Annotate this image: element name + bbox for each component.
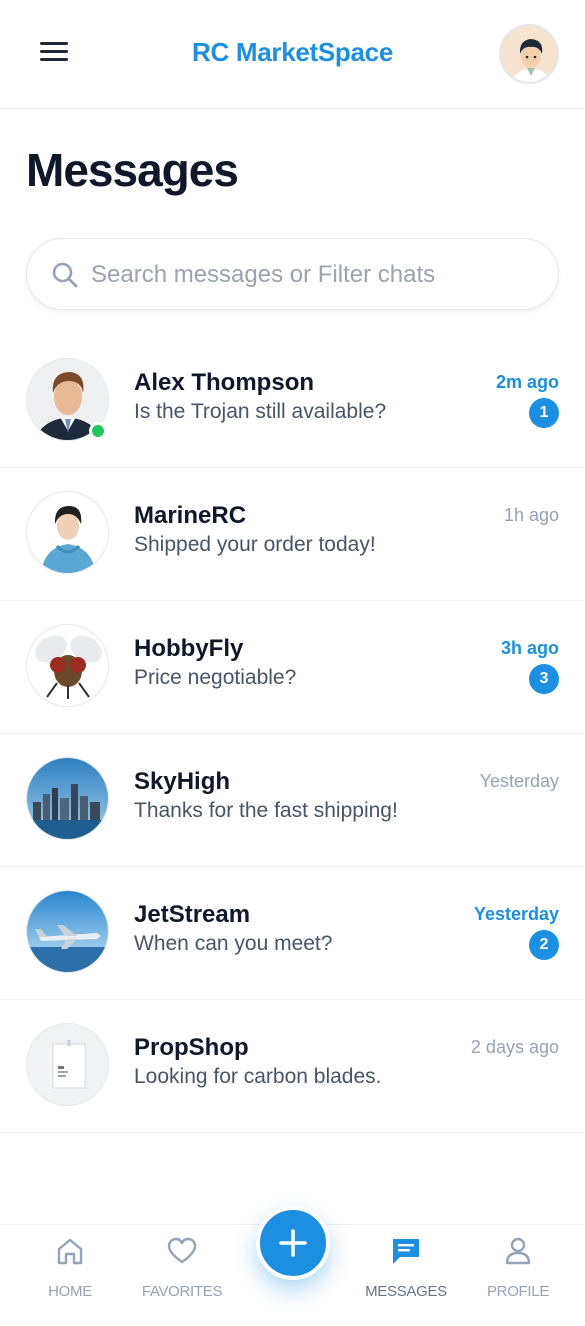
- user-avatar[interactable]: [499, 24, 559, 84]
- nav-messages[interactable]: MESSAGES: [351, 1235, 461, 1315]
- chat-name: MarineRC: [134, 502, 247, 529]
- chat-message: Thanks for the fast shipping!: [134, 799, 398, 822]
- chat-bubble-icon: [393, 1239, 419, 1264]
- chat-name: JetStream: [134, 901, 251, 928]
- heart-icon: [167, 1237, 197, 1264]
- online-status-indicator: [89, 422, 107, 440]
- chat-item[interactable]: Alex Thompson Is the Trojan still availa…: [0, 334, 585, 468]
- search-input[interactable]: [91, 253, 541, 297]
- user-icon: [505, 1237, 531, 1265]
- chat-time: Yesterday: [479, 771, 559, 791]
- nav-profile[interactable]: PROFILE: [463, 1235, 573, 1315]
- unread-badge: 2: [529, 930, 559, 960]
- plus-icon: [279, 1229, 307, 1257]
- chat-name: PropShop: [134, 1034, 249, 1061]
- search-icon: [52, 262, 78, 288]
- user-avatar-image: [501, 26, 557, 82]
- nav-home-label: HOME: [48, 1283, 92, 1300]
- chat-message: When can you meet?: [134, 932, 333, 955]
- chat-time: 3h ago: [500, 638, 559, 658]
- chat-name: HobbyFly: [134, 635, 244, 662]
- home-icon: [57, 1238, 83, 1265]
- chat-time: 2 days ago: [470, 1037, 559, 1057]
- chat-message: Is the Trojan still available?: [134, 400, 387, 423]
- chat-avatar: [26, 890, 109, 973]
- chat-item[interactable]: PropShop Looking for carbon blades. 2 da…: [0, 999, 585, 1133]
- nav-favorites-label: FAVORITES: [141, 1283, 223, 1300]
- chat-message: Looking for carbon blades.: [134, 1065, 382, 1088]
- nav-favorites[interactable]: FAVORITES: [127, 1235, 237, 1315]
- nav-messages-label: MESSAGES: [365, 1283, 447, 1300]
- unread-badge: 3: [529, 664, 559, 694]
- chat-item[interactable]: SkyHigh Thanks for the fast shipping! Ye…: [0, 733, 585, 867]
- chat-item[interactable]: JetStream When can you meet? Yesterday 2: [0, 866, 585, 1000]
- chat-time: 1h ago: [503, 505, 559, 525]
- unread-badge: 1: [529, 398, 559, 428]
- chat-message: Price negotiable?: [134, 666, 297, 689]
- chat-item[interactable]: MarineRC Shipped your order today! 1h ag…: [0, 467, 585, 601]
- page-title: Messages: [26, 144, 239, 196]
- app-title: RC MarketSpace: [192, 37, 393, 67]
- app-header: RC MarketSpace: [0, 0, 585, 109]
- chat-avatar: [26, 1023, 109, 1106]
- chat-avatar: [26, 757, 109, 840]
- chat-item[interactable]: HobbyFly Price negotiable? 3h ago 3: [0, 600, 585, 734]
- nav-home[interactable]: HOME: [15, 1235, 125, 1315]
- chat-name: SkyHigh: [134, 768, 231, 795]
- chat-name: Alex Thompson: [134, 369, 315, 396]
- nav-profile-label: PROFILE: [486, 1283, 550, 1300]
- chat-time: Yesterday: [473, 904, 559, 924]
- chat-time: 2m ago: [495, 372, 559, 392]
- chat-avatar: [26, 491, 109, 574]
- search-bar[interactable]: [26, 238, 559, 310]
- chat-avatar: [26, 624, 109, 707]
- new-message-button[interactable]: [256, 1206, 330, 1280]
- chat-message: Shipped your order today!: [134, 533, 376, 556]
